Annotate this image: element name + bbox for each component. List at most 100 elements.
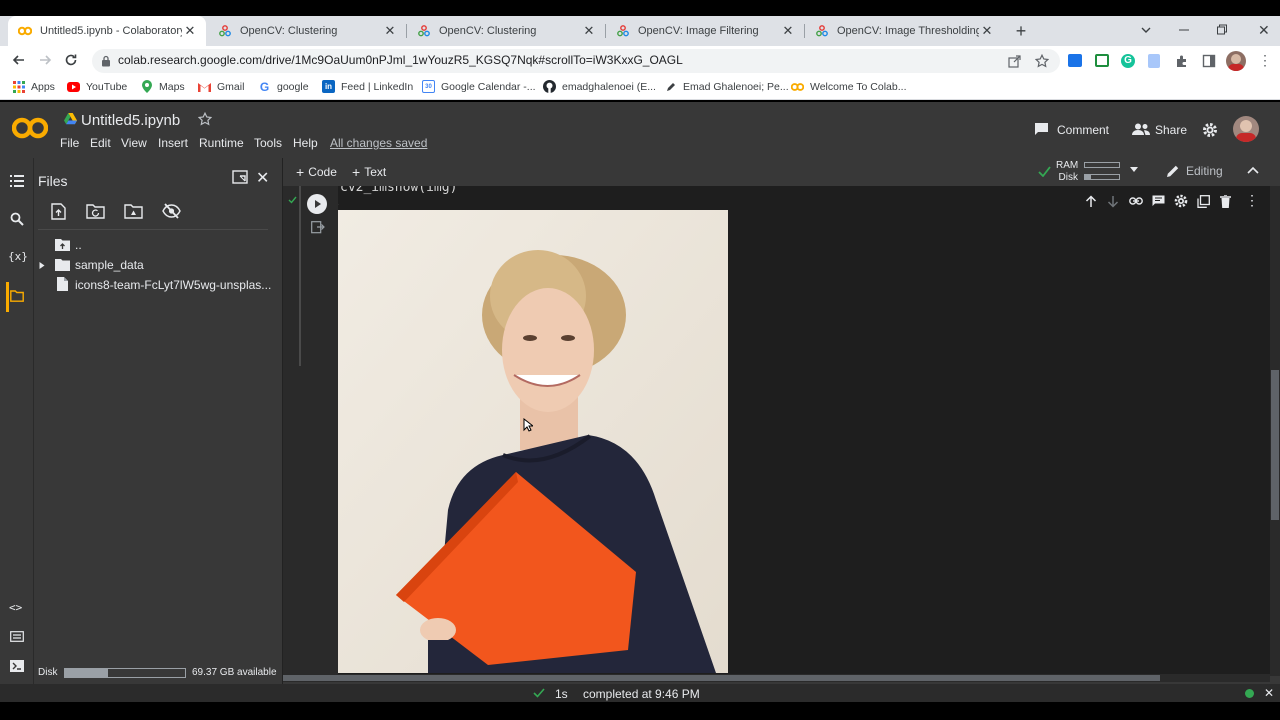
bookmark-label: Maps (159, 80, 185, 93)
run-cell-button[interactable] (307, 194, 327, 214)
menu-file[interactable]: File (60, 136, 79, 150)
tab-opencv-image-filtering[interactable]: OpenCV: Image Filtering ✕ (606, 16, 804, 46)
menu-runtime[interactable]: Runtime (199, 136, 244, 150)
menu-view[interactable]: View (121, 136, 147, 150)
side-panel-icon[interactable] (1202, 54, 1216, 68)
file-item[interactable]: icons8-team-FcLyt7lW5wg-unsplas... (75, 278, 271, 292)
search-icon[interactable] (10, 212, 24, 226)
close-icon[interactable]: ✕ (382, 23, 398, 39)
gear-icon[interactable] (1202, 122, 1218, 138)
bookmark-gmail[interactable]: Gmail (198, 80, 244, 93)
open-in-tab-icon[interactable] (232, 170, 248, 184)
terminal-icon[interactable] (10, 660, 24, 672)
grammarly-icon[interactable]: G (1121, 54, 1135, 68)
tab-opencv-clustering-1[interactable]: OpenCV: Clustering ✕ (208, 16, 406, 46)
refresh-folder-icon[interactable] (86, 204, 105, 219)
scrollbar-thumb[interactable] (1271, 370, 1279, 520)
scrollbar-thumb[interactable] (283, 675, 1160, 681)
extension-icon[interactable] (1068, 54, 1082, 67)
close-icon[interactable]: ✕ (581, 23, 597, 39)
bookmark-google[interactable]: G google (258, 80, 309, 94)
expand-arrow-icon[interactable] (38, 261, 46, 270)
bookmark-emad-ghalenoei[interactable]: Emad Ghalenoei; Pe... (664, 80, 789, 93)
vertical-scrollbar[interactable] (1270, 186, 1280, 676)
bookmark-star-icon[interactable] (1035, 54, 1049, 68)
gear-icon[interactable] (1174, 194, 1188, 208)
menu-tools[interactable]: Tools (254, 136, 282, 150)
mount-drive-icon[interactable] (124, 204, 143, 219)
bookmark-youtube[interactable]: YouTube (67, 80, 127, 93)
folder-icon[interactable] (10, 290, 24, 302)
url-text[interactable]: colab.research.google.com/drive/1Mc9OaUu… (118, 53, 683, 67)
close-icon[interactable]: ✕ (979, 23, 995, 39)
more-vert-icon[interactable]: ⋮ (1258, 53, 1272, 67)
code-snippets-icon[interactable]: <> (9, 601, 22, 614)
bookmark-welcome-to-colab[interactable]: Welcome To Colab... (791, 80, 907, 93)
bookmark-google-calendar[interactable]: 30 Google Calendar -... (422, 80, 536, 93)
horizontal-scrollbar[interactable] (283, 674, 1270, 682)
bookmark-github[interactable]: emadghalenoei (E... (543, 80, 656, 93)
upload-file-icon[interactable] (51, 203, 66, 220)
close-icon[interactable]: ✕ (182, 23, 198, 39)
close-panel-icon[interactable]: ✕ (256, 168, 269, 188)
bookmark-linkedin[interactable]: in Feed | LinkedIn (322, 80, 413, 93)
docs-extension-icon[interactable] (1148, 54, 1160, 68)
close-status-icon[interactable]: ✕ (1264, 686, 1274, 700)
tab-search-chevron-icon[interactable] (1140, 24, 1152, 36)
command-palette-icon[interactable] (10, 631, 24, 642)
comment-icon[interactable] (1152, 195, 1165, 207)
reload-icon[interactable] (64, 53, 78, 67)
google-drive-icon[interactable] (64, 113, 77, 125)
comment-button[interactable]: Comment (1057, 123, 1109, 137)
add-text-label: Text (364, 165, 387, 179)
menu-help[interactable]: Help (293, 136, 318, 150)
link-icon[interactable] (1129, 196, 1143, 206)
resources-dropdown-icon[interactable] (1130, 167, 1138, 172)
collapse-header-icon[interactable] (1247, 166, 1259, 174)
minimize-icon[interactable] (1178, 22, 1190, 38)
extension-icon[interactable] (1095, 54, 1109, 67)
profile-avatar[interactable] (1226, 51, 1246, 71)
folder-item-sample-data[interactable]: sample_data (75, 258, 144, 272)
share-button[interactable]: Share (1155, 123, 1187, 137)
menu-edit[interactable]: Edit (90, 136, 111, 150)
ram-meter[interactable] (1084, 162, 1120, 168)
star-icon[interactable] (198, 112, 212, 126)
add-code-button[interactable]: + Code (296, 164, 337, 180)
delete-icon[interactable] (1220, 195, 1231, 208)
browser-tab-strip: Untitled5.ipynb - Colaboratory ✕ OpenCV:… (0, 16, 1280, 46)
execution-completed-text[interactable]: completed at 9:46 PM (583, 687, 700, 701)
parent-folder-item[interactable]: .. (75, 238, 82, 252)
new-tab-plus-icon[interactable]: + (1013, 22, 1029, 40)
disk-meter[interactable] (1084, 174, 1120, 180)
forward-arrow-icon[interactable] (38, 53, 52, 67)
tab-colab[interactable]: Untitled5.ipynb - Colaboratory ✕ (8, 16, 206, 46)
close-icon[interactable]: ✕ (780, 23, 796, 39)
window-close-icon[interactable]: ✕ (1258, 22, 1270, 39)
editing-mode-button[interactable]: Editing (1186, 164, 1223, 178)
bookmark-maps[interactable]: Maps (140, 80, 185, 93)
tab-opencv-image-thresholding[interactable]: OpenCV: Image Thresholding ✕ (805, 16, 1003, 46)
tab-title: OpenCV: Image Thresholding (837, 25, 979, 37)
lock-icon[interactable] (101, 55, 111, 67)
move-down-icon[interactable] (1107, 195, 1119, 208)
mirror-cell-icon[interactable] (1197, 195, 1210, 208)
table-of-contents-icon[interactable] (10, 175, 24, 187)
variables-icon[interactable]: {x} (8, 250, 28, 263)
tab-opencv-clustering-2[interactable]: OpenCV: Clustering ✕ (407, 16, 605, 46)
more-vert-icon[interactable]: ⋮ (1245, 193, 1259, 207)
save-status[interactable]: All changes saved (330, 136, 427, 150)
back-arrow-icon[interactable] (12, 53, 26, 67)
move-up-icon[interactable] (1085, 195, 1097, 208)
add-text-button[interactable]: + Text (352, 164, 386, 180)
notebook-title[interactable]: Untitled5.ipynb (81, 112, 180, 129)
menu-insert[interactable]: Insert (158, 136, 188, 150)
bookmark-apps[interactable]: Apps (12, 80, 55, 93)
user-avatar[interactable] (1233, 116, 1259, 142)
output-menu-icon[interactable] (311, 221, 325, 234)
colab-logo[interactable] (12, 116, 48, 140)
restore-icon[interactable] (1216, 24, 1228, 36)
share-page-icon[interactable] (1008, 54, 1022, 68)
hide-files-icon[interactable] (162, 203, 181, 219)
puzzle-extensions-icon[interactable] (1175, 54, 1189, 68)
